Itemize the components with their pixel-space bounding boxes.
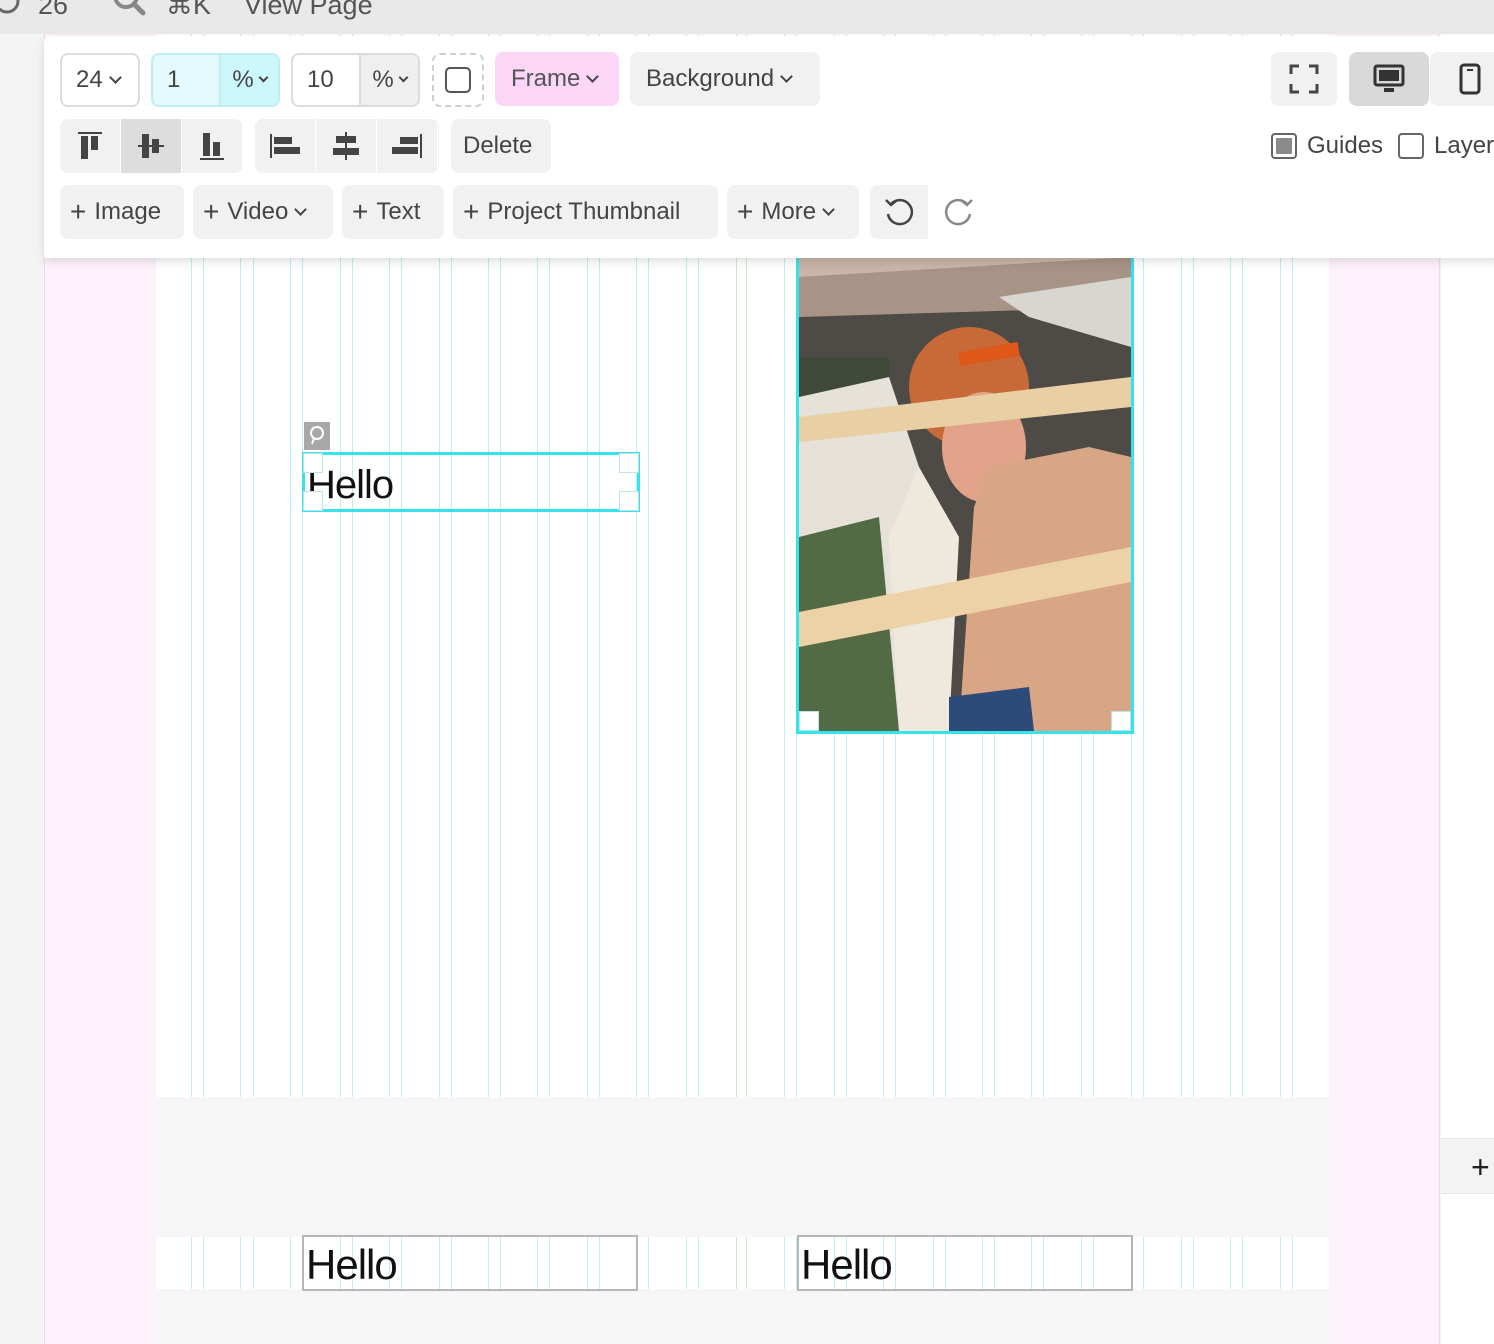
align-middle-button[interactable] <box>121 119 182 173</box>
editor-toolbar: 24 1 % 10 % Frame Background Delete Guid… <box>44 36 1494 258</box>
align-left-icon <box>270 134 300 158</box>
border-toggle[interactable] <box>432 53 484 107</box>
view-page-link[interactable]: View Page <box>244 0 373 21</box>
padding-unit-label: % <box>372 66 394 93</box>
spacing-control[interactable]: 1 % <box>151 53 280 107</box>
plus-icon: + <box>203 196 220 227</box>
guides-label: Guides <box>1307 132 1384 159</box>
align-right-button[interactable] <box>377 119 438 173</box>
resize-handle[interactable] <box>303 453 323 473</box>
align-center-icon <box>333 132 359 160</box>
fullscreen-button[interactable] <box>1271 52 1337 106</box>
anchor-pin-icon[interactable] <box>304 422 330 450</box>
plus-icon: + <box>70 196 87 227</box>
align-middle-icon <box>138 134 164 158</box>
redo-button[interactable] <box>930 185 988 239</box>
add-image-button[interactable]: + Image <box>60 185 184 239</box>
selected-text-block[interactable]: Hello <box>302 452 640 512</box>
spacing-input[interactable]: 1 <box>153 55 219 105</box>
text-block[interactable]: Hello <box>302 1235 638 1291</box>
padding-control[interactable]: 10 % <box>291 53 420 107</box>
delete-button[interactable]: Delete <box>451 119 551 173</box>
resize-handle[interactable] <box>303 491 323 511</box>
background-dropdown[interactable]: Background <box>630 52 820 106</box>
plus-icon: + <box>1471 1149 1490 1185</box>
align-top-icon <box>78 132 102 159</box>
frame-label: Frame <box>511 65 581 92</box>
history-icon[interactable] <box>0 0 22 16</box>
horizontal-align-group <box>255 119 439 173</box>
align-right-icon <box>392 134 422 158</box>
vertical-align-group <box>60 119 243 173</box>
text-block[interactable]: Hello <box>797 1235 1133 1291</box>
fullscreen-icon <box>1289 64 1319 94</box>
resize-handle[interactable] <box>799 711 819 731</box>
desktop-view-button[interactable] <box>1349 52 1429 106</box>
add-more-button[interactable]: + More <box>727 185 859 239</box>
search-shortcut: ⌘K <box>166 0 212 20</box>
app-topbar: 26 ⌘K View Page <box>0 0 1494 34</box>
font-size-value: 24 <box>76 66 103 93</box>
chevron-down-icon <box>822 202 835 216</box>
redo-icon <box>944 198 973 226</box>
undo-icon <box>885 198 914 226</box>
chevron-down-icon <box>108 70 122 84</box>
photo-image <box>799 237 1131 731</box>
layers-label: Layers <box>1434 132 1494 159</box>
layers-checkbox[interactable]: Layers <box>1398 132 1494 160</box>
mobile-view-button[interactable] <box>1430 52 1494 106</box>
desktop-icon <box>1373 64 1405 92</box>
mobile-icon <box>1459 63 1481 95</box>
align-bottom-button[interactable] <box>182 119 243 173</box>
text-block-content[interactable]: Hello <box>306 1241 398 1289</box>
section-footer-gap <box>156 1289 1329 1344</box>
add-more-label: More <box>761 198 817 225</box>
resize-handle[interactable] <box>619 453 639 473</box>
guides-checkbox[interactable]: Guides <box>1271 132 1383 160</box>
square-icon <box>445 67 471 93</box>
section-divider <box>156 1097 1329 1237</box>
add-thumbnail-label: Project Thumbnail <box>487 198 681 225</box>
revision-count: 26 <box>38 0 69 20</box>
search-icon[interactable] <box>110 0 150 20</box>
align-center-button[interactable] <box>316 119 377 173</box>
chevron-down-icon <box>294 202 308 216</box>
undo-button[interactable] <box>870 185 928 239</box>
add-text-button[interactable]: + Text <box>342 185 444 239</box>
padding-unit-select[interactable]: % <box>359 55 418 105</box>
delete-label: Delete <box>463 132 533 159</box>
padding-input[interactable]: 10 <box>293 55 359 105</box>
chevron-down-icon <box>780 69 793 83</box>
chevron-down-icon <box>586 69 600 83</box>
layers-checkbox-box[interactable] <box>1398 133 1424 159</box>
spacing-unit-label: % <box>232 66 254 93</box>
add-video-button[interactable]: + Video <box>193 185 333 239</box>
add-image-label: Image <box>94 198 162 225</box>
spacing-unit-select[interactable]: % <box>219 55 278 105</box>
guides-checkbox-box[interactable] <box>1271 133 1297 159</box>
font-size-select[interactable]: 24 <box>60 53 140 107</box>
add-section-button[interactable]: + <box>1441 1138 1494 1194</box>
background-label: Background <box>646 65 775 92</box>
chevron-down-icon <box>398 72 409 82</box>
chevron-down-icon <box>258 72 269 82</box>
add-video-label: Video <box>227 198 289 225</box>
frame-dropdown[interactable]: Frame <box>495 52 619 106</box>
resize-handle[interactable] <box>619 491 639 511</box>
plus-icon: + <box>352 196 369 227</box>
align-top-button[interactable] <box>60 119 121 173</box>
selected-image-block[interactable] <box>796 234 1134 734</box>
text-block-content[interactable]: Hello <box>801 1241 893 1289</box>
plus-icon: + <box>737 196 754 227</box>
add-project-thumbnail-button[interactable]: + Project Thumbnail <box>453 185 718 239</box>
align-bottom-icon <box>200 133 224 160</box>
plus-icon: + <box>463 196 480 227</box>
align-left-button[interactable] <box>255 119 316 173</box>
resize-handle[interactable] <box>1111 711 1131 731</box>
add-text-label: Text <box>376 198 421 225</box>
